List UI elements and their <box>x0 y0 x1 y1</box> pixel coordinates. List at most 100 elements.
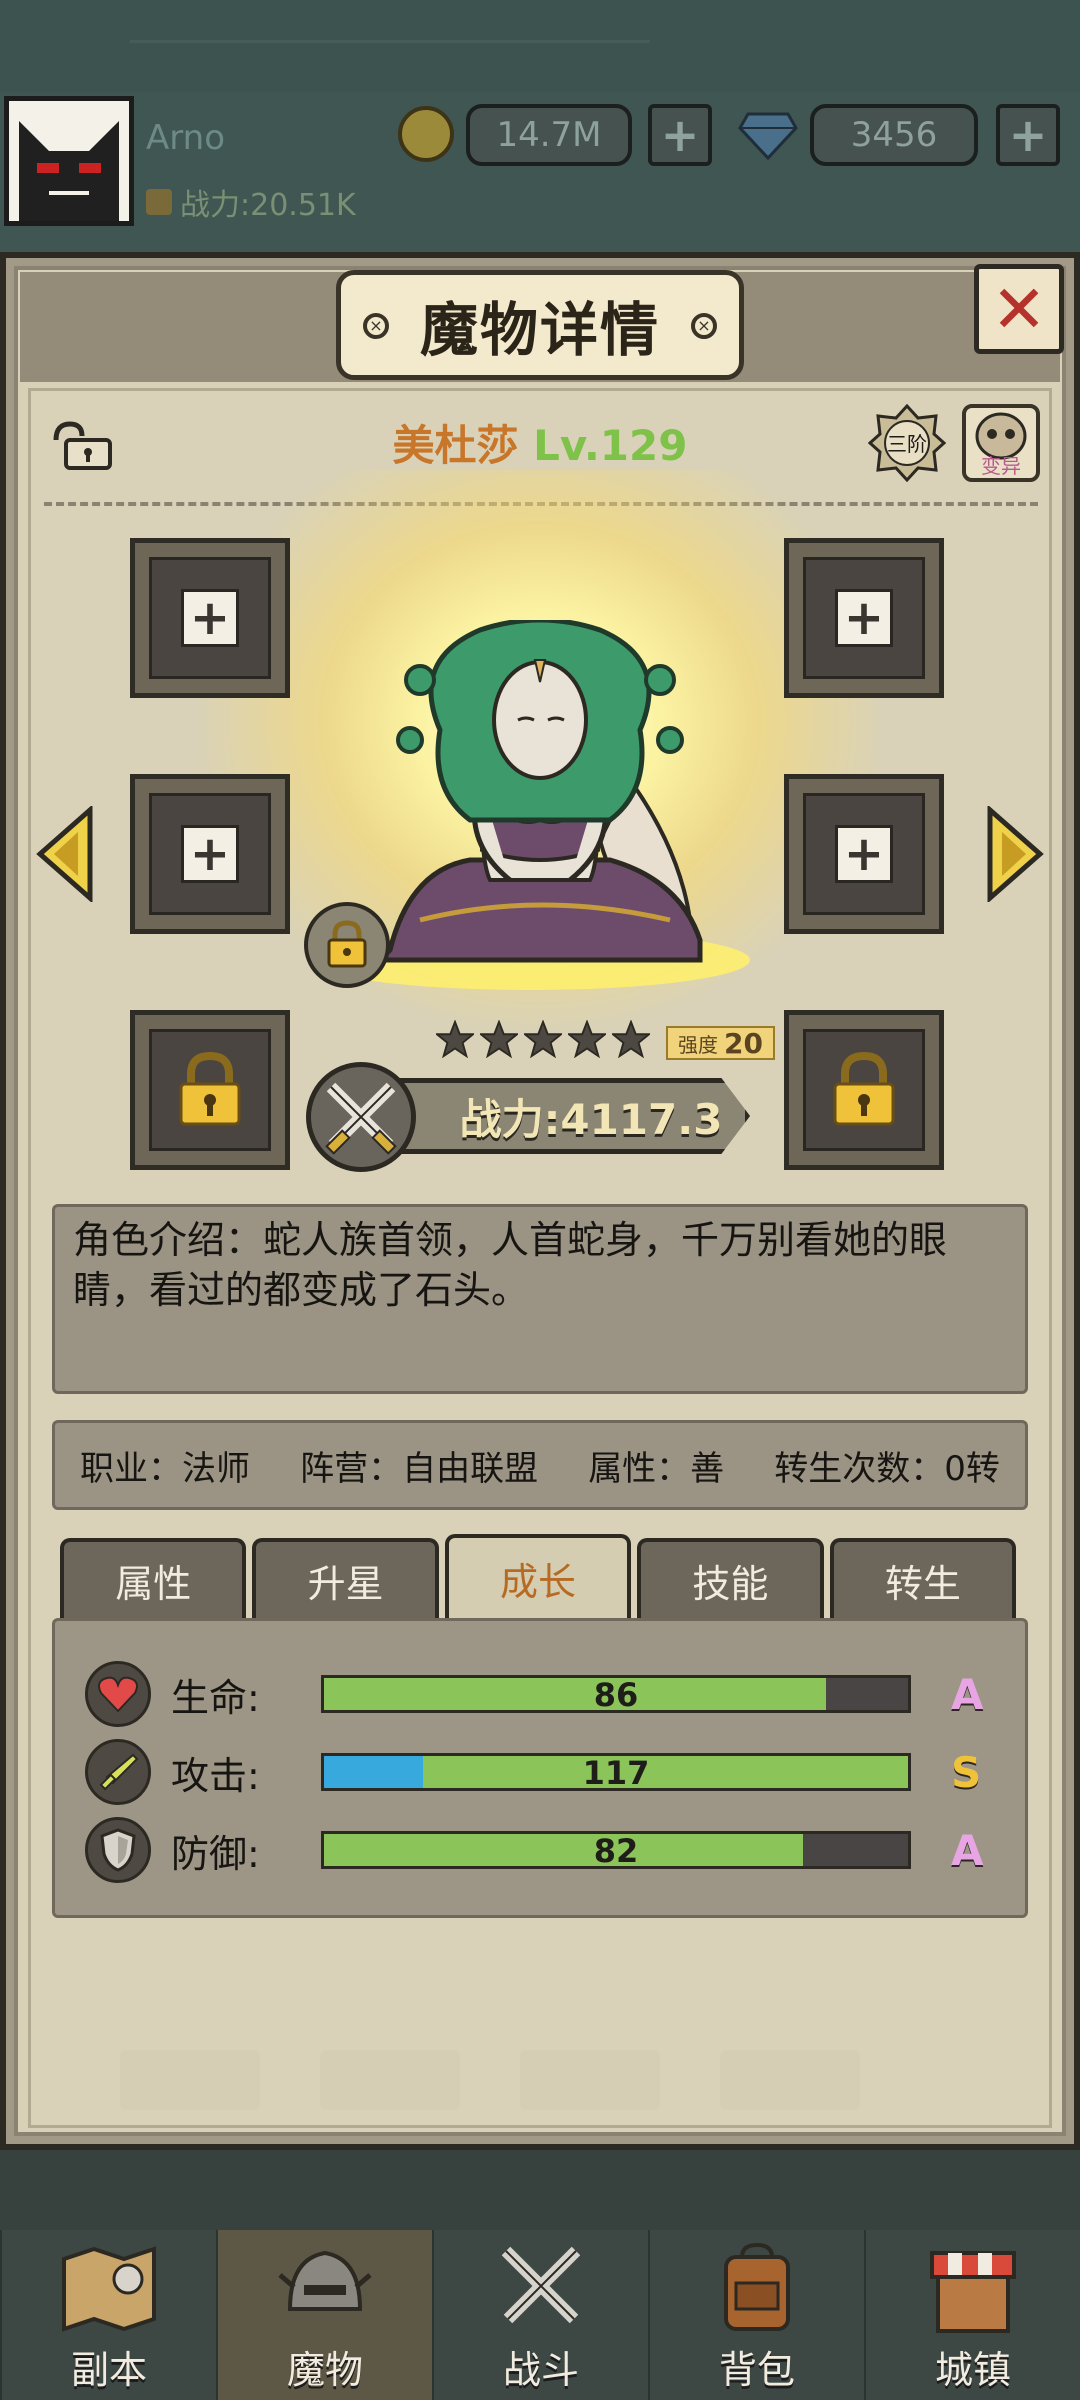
gold-coin-icon <box>398 106 454 162</box>
star-icon <box>612 1020 650 1058</box>
growth-bar: 82 <box>321 1831 911 1870</box>
sword-icon <box>85 1739 151 1805</box>
gold-amount: 14.7M <box>466 104 632 166</box>
growth-row-atk: 攻击: 117 S <box>85 1737 1005 1807</box>
growth-label: 生命: <box>171 1675 260 1720</box>
power-icon <box>146 189 172 215</box>
backpack-icon <box>724 2242 790 2331</box>
add-icon: + <box>181 825 239 883</box>
add-gems-button[interactable]: + <box>996 104 1060 166</box>
title-plate: × 魔物详情 × <box>336 270 744 380</box>
tab-rebirth[interactable]: 转生 <box>829 1538 1017 1618</box>
nav-dungeon[interactable]: 副本 <box>0 2230 216 2400</box>
nav-monsters[interactable]: 魔物 <box>216 2230 432 2400</box>
panel-title: 魔物详情 <box>419 296 660 364</box>
player-power-text: 战力:20.51K <box>180 188 356 223</box>
cat-avatar-icon <box>9 101 129 221</box>
background-shadow <box>40 1940 1040 2120</box>
combat-power: 战力:4117.3 <box>459 1094 723 1144</box>
nav-separator <box>0 2150 1080 2230</box>
close-button[interactable]: ✕ <box>974 264 1064 354</box>
strength-badge: 强度 20 <box>666 1026 775 1060</box>
nav-label: 背包 <box>718 2348 795 2392</box>
map-icon <box>62 2246 156 2332</box>
player-power: 战力:20.51K <box>146 180 356 224</box>
shield-icon <box>85 1817 151 1883</box>
description-box: 角色介绍：蛇人族首领，人首蛇身，千万别看她的眼睛，看过的都变成了石头。 <box>52 1204 1028 1394</box>
growth-grade: S <box>951 1747 982 1797</box>
nav-label: 魔物 <box>286 2348 363 2392</box>
job-info: 职业：法师 <box>80 1448 251 1489</box>
crossed-swords-badge <box>306 1062 416 1172</box>
bottom-navigation: 副本 魔物 战斗 背包 城镇 <box>0 2230 1080 2400</box>
growth-bar: 86 <box>321 1675 911 1714</box>
add-icon: + <box>835 589 893 647</box>
growth-bar: 117 <box>321 1753 911 1792</box>
strength-value: 20 <box>724 1026 763 1060</box>
monster-level: Lv.129 <box>533 421 688 470</box>
prev-arrow-icon[interactable] <box>36 806 94 902</box>
bolt-icon: × <box>691 313 717 339</box>
rebirth-info: 转生次数：0转 <box>774 1448 1000 1489</box>
tab-attributes[interactable]: 属性 <box>60 1538 247 1618</box>
tier-label: 三阶 <box>887 432 927 456</box>
monster-name-text: 美杜莎 <box>392 421 519 470</box>
detail-tabs: 属性 升星 成长 技能 转生 <box>60 1534 1017 1618</box>
nav-battle[interactable]: 战斗 <box>432 2230 648 2400</box>
nav-label: 城镇 <box>934 2348 1011 2392</box>
bolt-icon: × <box>363 313 389 339</box>
info-bar: 职业：法师 阵营：自由联盟 属性：善 转生次数：0转 <box>52 1420 1028 1510</box>
growth-value: 86 <box>593 1676 639 1714</box>
medusa-portrait <box>373 620 703 963</box>
tab-star-up[interactable]: 升星 <box>252 1538 439 1618</box>
diamond-icon <box>738 112 798 160</box>
growth-grade: A <box>951 1669 984 1719</box>
padlock-icon <box>327 920 367 968</box>
growth-label: 攻击: <box>171 1753 260 1798</box>
star-icon <box>524 1020 562 1058</box>
equip-slot-locked-1[interactable] <box>130 1010 290 1170</box>
growth-value: 82 <box>593 1832 639 1870</box>
add-gold-button[interactable]: + <box>648 104 712 166</box>
growth-label: 防御: <box>171 1831 260 1876</box>
growth-row-def: 防御: 82 A <box>85 1815 1005 1885</box>
player-avatar[interactable] <box>4 96 134 226</box>
nav-label: 副本 <box>70 2348 147 2392</box>
crossed-swords-icon <box>501 2246 581 2324</box>
combat-power-plate: 战力:4117.3 <box>392 1078 750 1154</box>
mutate-label: 变异 <box>981 454 1021 478</box>
star-icon <box>436 1020 474 1058</box>
equip-slot-1[interactable]: + <box>130 538 290 698</box>
star-icon <box>480 1020 518 1058</box>
camp-info: 阵营：自由联盟 <box>300 1448 539 1489</box>
portrait-lock-button[interactable] <box>304 902 390 988</box>
equip-slot-4[interactable]: + <box>784 774 944 934</box>
nav-backpack[interactable]: 背包 <box>648 2230 864 2400</box>
gem-amount: 3456 <box>810 104 978 166</box>
heart-icon <box>85 1661 151 1727</box>
shop-icon <box>930 2251 1016 2333</box>
strength-label: 强度 <box>678 1032 718 1057</box>
crossed-swords-icon <box>325 1082 397 1155</box>
add-icon: + <box>835 825 893 883</box>
equip-slot-locked-2[interactable] <box>784 1010 944 1170</box>
tab-growth[interactable]: 成长 <box>444 1534 632 1618</box>
nav-label: 战斗 <box>502 2348 579 2392</box>
add-icon: + <box>181 589 239 647</box>
padlock-icon <box>833 1052 895 1126</box>
padlock-icon <box>179 1052 241 1126</box>
player-name: Arno <box>146 118 225 158</box>
equip-slot-2[interactable]: + <box>784 538 944 698</box>
equip-slot-3[interactable]: + <box>130 774 290 934</box>
nav-town[interactable]: 城镇 <box>864 2230 1080 2400</box>
mutate-button[interactable]: 变异 <box>962 404 1040 482</box>
growth-grade: A <box>951 1825 984 1875</box>
growth-value: 117 <box>582 1754 650 1792</box>
attribute-info: 属性：善 <box>588 1448 725 1489</box>
growth-row-hp: 生命: 86 A <box>85 1659 1005 1729</box>
star-icon <box>568 1020 606 1058</box>
next-arrow-icon[interactable] <box>986 806 1044 902</box>
tab-skills[interactable]: 技能 <box>637 1538 824 1618</box>
background-decoration <box>130 0 650 43</box>
helmet-icon <box>278 2250 372 2311</box>
